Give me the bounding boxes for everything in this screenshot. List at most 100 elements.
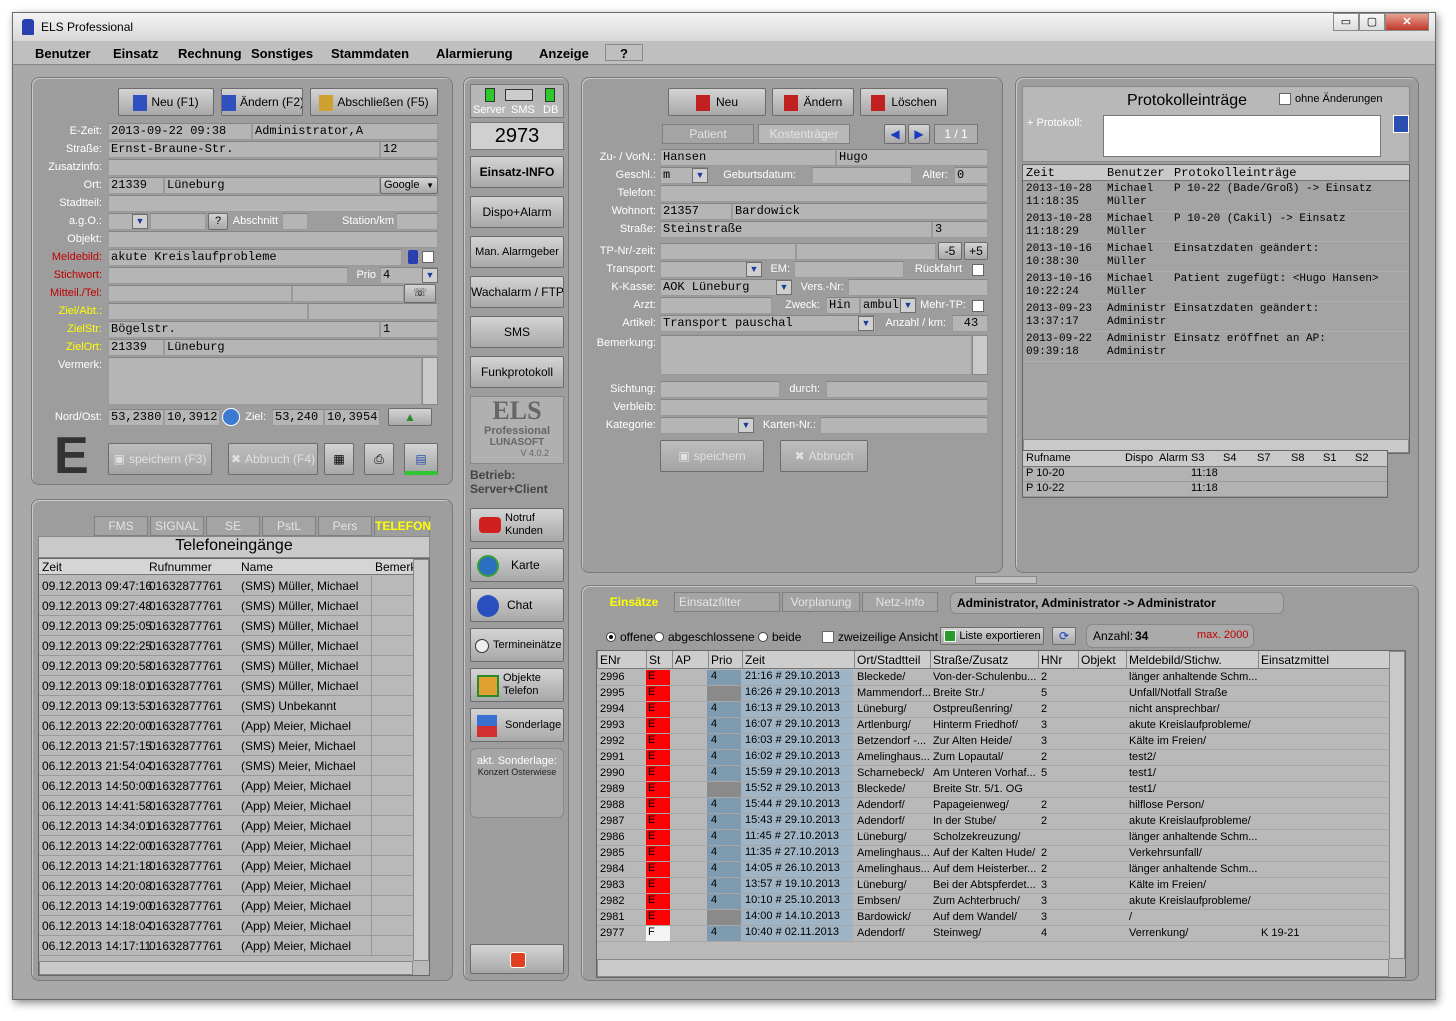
protokoll-input[interactable] (1103, 115, 1381, 157)
table-row[interactable]: 06.12.2013 21:57:15 01632877761 (SMS) Meie… (39, 736, 429, 756)
patient-ort-field[interactable]: Bardowick (732, 203, 988, 220)
zielnord-field[interactable]: 53,240 (272, 409, 324, 426)
sonderlage-button[interactable]: Sonderlage (470, 708, 564, 742)
menu-rechnung[interactable]: Rechnung (178, 46, 242, 61)
ruf-row[interactable]: P 10-22 11:18 (1023, 482, 1387, 497)
einsatz-row[interactable]: 2990 E 4 15:59 # 29.10.2013 Scharnebeck/Am U… (597, 766, 1405, 782)
menu-stammdaten[interactable]: Stammdaten (331, 46, 409, 61)
versnr-field[interactable] (848, 279, 988, 296)
protokoll-add-icon[interactable] (1393, 115, 1409, 133)
wachalarm-ftp-button[interactable]: Wachalarm / FTP (470, 276, 564, 308)
patient-loeschen-button[interactable]: Löschen (860, 88, 948, 116)
ziel-field[interactable] (108, 303, 308, 320)
abschnitt-field[interactable] (282, 213, 308, 230)
menu-help[interactable]: ? (605, 44, 643, 61)
power-button[interactable] (470, 944, 564, 974)
tab-fms[interactable]: FMS (94, 516, 148, 536)
patient-telefon-field[interactable] (660, 185, 988, 202)
einsatz-row[interactable]: 2985 E 4 11:35 # 27.10.2013 Amelinghaus... Au… (597, 846, 1405, 862)
table-row[interactable]: 09.12.2013 09:27:48 01632877761 (SMS) Müll… (39, 596, 429, 616)
artikel-field[interactable]: Transport pauschal (660, 315, 876, 332)
patient-aendern-button[interactable]: Ändern (772, 88, 854, 116)
protokoll-row[interactable]: 2013-10-28 11:18:29 Michael Müller P 10-20 (… (1023, 212, 1409, 242)
arzt-field[interactable] (660, 297, 772, 314)
tab-telefon[interactable]: TELEFON (374, 516, 431, 536)
einsatz-row[interactable]: 2984 E 4 14:05 # 26.10.2013 Amelinghaus... Au… (597, 862, 1405, 878)
tab-pstl[interactable]: PstL (262, 516, 316, 536)
abgeschlossene-radio[interactable] (654, 632, 664, 642)
kartennr-field[interactable] (820, 417, 988, 434)
vermerk-field[interactable] (108, 357, 422, 405)
table-row[interactable]: 06.12.2013 22:20:00 01632877761 (App) Meie… (39, 716, 429, 736)
zielnr-field[interactable]: 1 (380, 321, 438, 338)
patient-hausnr-field[interactable]: 3 (932, 221, 988, 238)
tpnr-field[interactable] (660, 243, 796, 260)
nord-field[interactable]: 53,2380 (108, 409, 164, 426)
neu-button[interactable]: Neu (F1) (118, 88, 214, 116)
einsatz-row[interactable]: 2994 E 4 16:13 # 29.10.2013 Lüneburg/Ostpreu… (597, 702, 1405, 718)
protokoll-row[interactable]: 2013-09-23 13:37:17 Administr Administr Eins… (1023, 302, 1409, 332)
dispo-alarm-button[interactable]: Dispo+Alarm (470, 196, 564, 228)
bemerkung-field[interactable] (660, 335, 972, 375)
tab-signal[interactable]: SIGNAL (150, 516, 204, 536)
station-field[interactable] (396, 213, 438, 230)
table-row[interactable]: 09.12.2013 09:47:16 01632877761 (SMS) Müll… (39, 576, 429, 596)
zielost-field[interactable]: 10,3954 (324, 409, 380, 426)
minimize-button[interactable]: ▭ (1333, 13, 1359, 31)
table-row[interactable]: 06.12.2013 14:18:04 01632877761 (App) Meie… (39, 916, 429, 936)
nachname-field[interactable]: Hansen (660, 149, 836, 166)
table-row[interactable]: 06.12.2013 14:21:18 01632877761 (App) Meie… (39, 856, 429, 876)
rueckfahrt-checkbox[interactable] (972, 264, 984, 276)
plus5-button[interactable]: +5 (964, 242, 988, 260)
durch-field[interactable] (826, 381, 988, 398)
geburt-field[interactable] (812, 167, 912, 184)
ago-dropdown-icon[interactable]: ▼ (132, 214, 148, 229)
abschliessen-button[interactable]: Abschließen (F5) (310, 88, 438, 116)
einsatz-row[interactable]: 2991 E 4 16:02 # 29.10.2013 Amelinghaus... Zu… (597, 750, 1405, 766)
table-row[interactable]: 09.12.2013 09:18:01 01632877761 (SMS) Müll… (39, 676, 429, 696)
table-row[interactable]: 09.12.2013 09:22:25 01632877761 (SMS) Müll… (39, 636, 429, 656)
einsatz-row[interactable]: 2981 E 14:00 # 14.10.2013 Bardowick/Auf dem… (597, 910, 1405, 926)
einsatz-row[interactable]: 2983 E 4 13:57 # 19.10.2013 Lüneburg/Bei der… (597, 878, 1405, 894)
stadtteil-field[interactable] (108, 195, 438, 212)
einsatz-row[interactable]: 2993 E 4 16:07 # 29.10.2013 Artlenburg/Hinte… (597, 718, 1405, 734)
einsatz-info-button[interactable]: Einsatz-INFO (470, 156, 564, 188)
table-row[interactable]: 06.12.2013 14:20:08 01632877761 (App) Meie… (39, 876, 429, 896)
patient-strasse-field[interactable]: Steinstraße (660, 221, 932, 238)
objekt-field[interactable] (108, 231, 438, 248)
transport-dropdown-icon[interactable]: ▼ (746, 262, 762, 277)
ezeit-field[interactable]: 2013-09-22 09:38 (108, 123, 252, 140)
minus5-button[interactable]: -5 (938, 242, 962, 260)
table-row[interactable]: 06.12.2013 14:50:00 01632877761 (App) Meie… (39, 776, 429, 796)
zielplz-field[interactable]: 21339 (108, 339, 164, 356)
mehrtp-checkbox[interactable] (972, 300, 984, 312)
hausnr-field[interactable]: 12 (380, 141, 438, 158)
sms-button[interactable]: SMS (470, 316, 564, 348)
table-row[interactable]: 06.12.2013 14:22:00 01632877761 (App) Meie… (39, 836, 429, 856)
patient-neu-button[interactable]: Neu (668, 88, 766, 116)
document-button[interactable]: ▤ (404, 443, 438, 475)
bemerkung-scrollbar[interactable] (972, 335, 988, 375)
calculator-button[interactable]: ▦ (324, 443, 354, 475)
telefon-hscroll[interactable] (39, 961, 413, 975)
protokoll-row[interactable]: 2013-10-16 10:38:30 Michael Müller Einsatzda… (1023, 242, 1409, 272)
einsatz-row[interactable]: 2988 E 4 15:44 # 29.10.2013 Adendorf/Papagei… (597, 798, 1405, 814)
zweizeilig-checkbox[interactable] (822, 631, 834, 643)
objekte-telefon-button[interactable]: Objekte Telefon (470, 668, 564, 702)
tab-patient[interactable]: Patient (662, 124, 754, 144)
table-row[interactable]: 06.12.2013 21:54:04 01632877761 (SMS) Meie… (39, 756, 429, 776)
table-row[interactable]: 06.12.2013 14:19:00 01632877761 (App) Meie… (39, 896, 429, 916)
geschl-dropdown-icon[interactable]: ▼ (692, 168, 708, 183)
export-button[interactable]: Liste exportieren (940, 627, 1044, 645)
move-up-button[interactable]: ▲ (388, 408, 432, 426)
kategorie-dropdown-icon[interactable]: ▼ (738, 418, 754, 433)
telefon-field[interactable] (292, 285, 404, 302)
tpzeit-field[interactable] (796, 243, 936, 260)
einsatz-row[interactable]: 2986 E 4 11:45 # 27.10.2013 Lüneburg/Scholze… (597, 830, 1405, 846)
vorname-field[interactable]: Hugo (836, 149, 988, 166)
refresh-button[interactable]: ⟳ (1052, 627, 1076, 645)
anzahl-field[interactable]: 43 (952, 315, 988, 332)
chat-button[interactable]: Chat (470, 588, 564, 622)
table-row[interactable]: 09.12.2013 09:20:58 01632877761 (SMS) Müll… (39, 656, 429, 676)
menu-einsatz[interactable]: Einsatz (113, 46, 159, 61)
